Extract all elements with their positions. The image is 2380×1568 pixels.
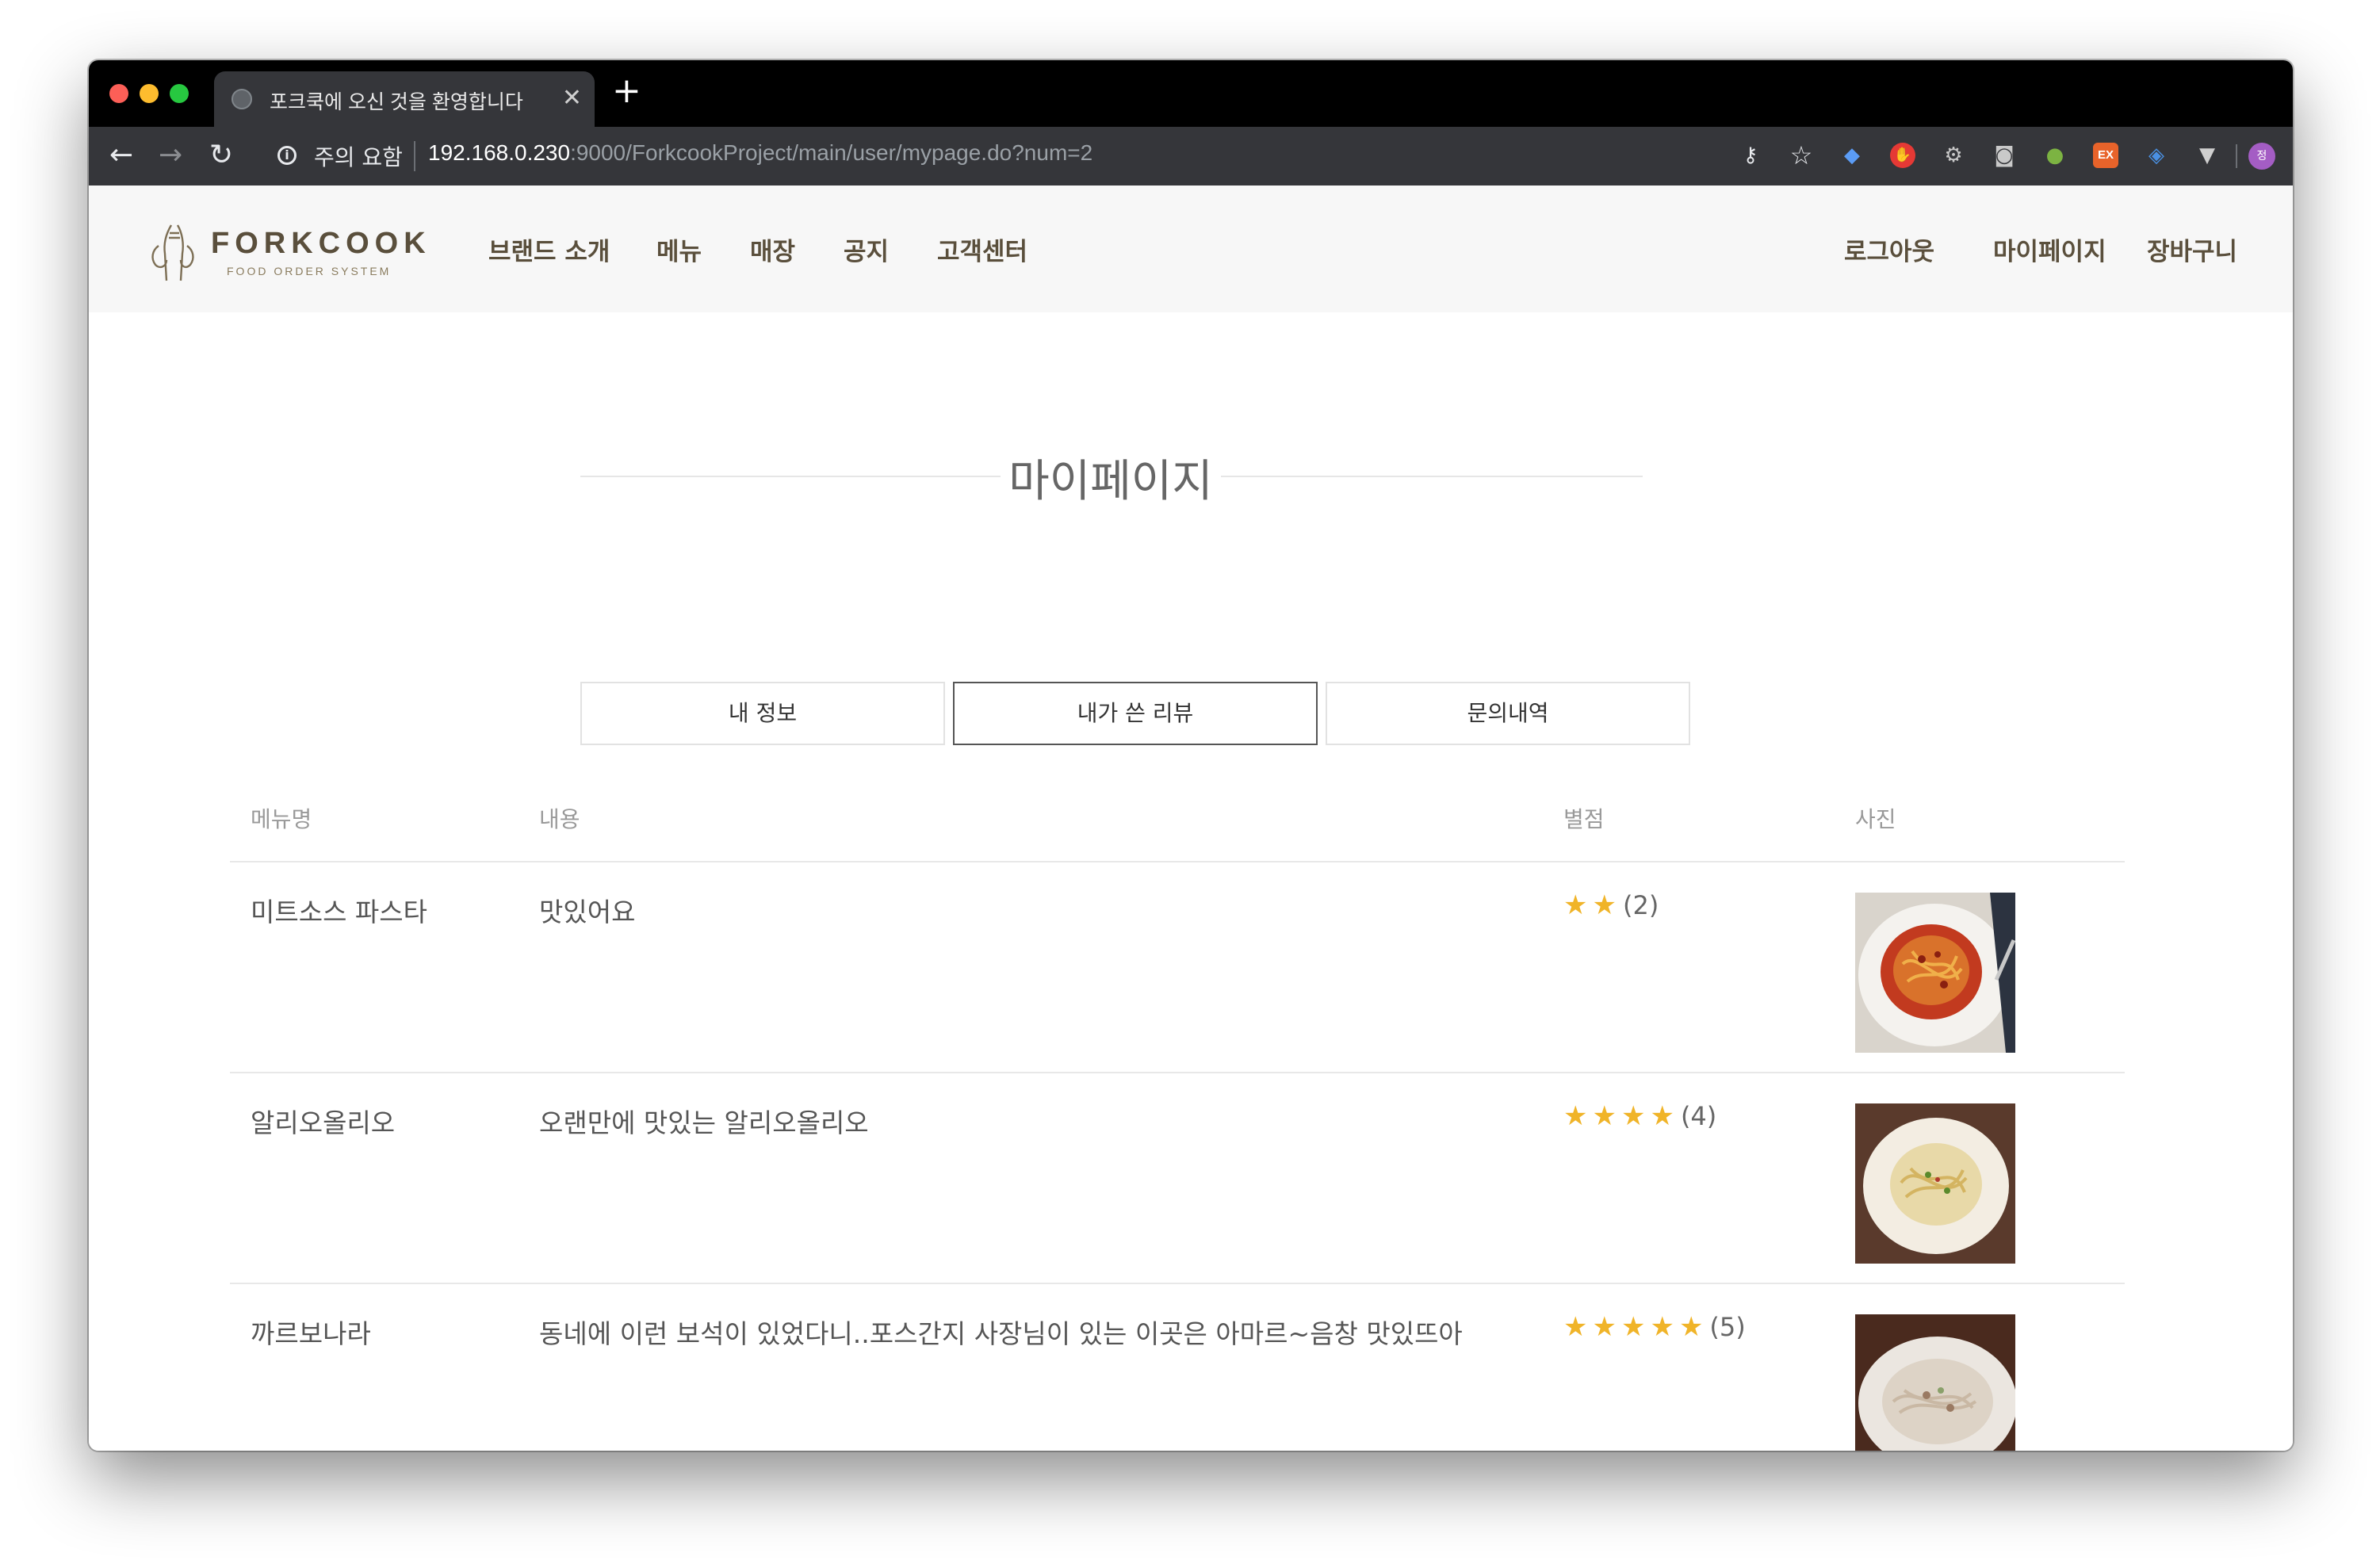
minimize-window-button[interactable] (140, 84, 159, 103)
review-content: 동네에 이런 보석이 있었다니..포스간지 사장님이 있는 이곳은 아마르~음창… (539, 1318, 1463, 1349)
browser-tab[interactable]: 포크쿡에 오신 것을 환영합니다 ✕ (214, 71, 595, 127)
maximize-window-button[interactable] (170, 84, 189, 103)
review-content: 맛있어요 (539, 897, 636, 927)
tab-close-icon[interactable]: ✕ (562, 84, 582, 112)
star-icon: ★ (1620, 1100, 1646, 1132)
mypage-link[interactable]: 마이페이지 (1993, 231, 2106, 267)
diamond-extension-icon[interactable]: ◆ (1839, 143, 1865, 168)
rating-score: (5) (1709, 1312, 1746, 1342)
url-host: 192.168.0.230 (428, 140, 571, 165)
nav-menu[interactable]: 메뉴 (656, 231, 702, 267)
v-extension-icon[interactable]: ▼ (2194, 143, 2220, 168)
security-label[interactable]: 주의 요함 (314, 140, 403, 172)
site-header: FORKCOOK FOOD ORDER SYSTEM 브랜드 소개 메뉴 매장 … (89, 185, 2293, 312)
star-icon: ★ (1563, 889, 1588, 921)
review-rating: ★ ★ ★ ★ (4) (1563, 1100, 1716, 1132)
bookmark-star-icon[interactable]: ☆ (1789, 143, 1814, 168)
carbonara-photo (1855, 1314, 2015, 1451)
star-icon: ★ (1650, 1311, 1674, 1343)
logout-link[interactable]: 로그아웃 (1844, 231, 1934, 267)
review-photo[interactable] (1855, 1103, 2015, 1264)
globe-icon (231, 89, 252, 109)
android-extension-icon[interactable]: ● (2042, 143, 2068, 168)
review-content: 오랜만에 맛있는 알리오올리오 (539, 1107, 869, 1138)
fork-knife-logo-icon (151, 224, 194, 281)
reload-icon[interactable]: ↻ (209, 135, 233, 176)
star-icon: ★ (1563, 1100, 1588, 1132)
forward-arrow-icon[interactable]: → (159, 135, 182, 176)
back-arrow-icon[interactable]: ← (109, 135, 133, 176)
review-menu-name: 까르보나라 (251, 1318, 371, 1349)
web-page: FORKCOOK FOOD ORDER SYSTEM 브랜드 소개 메뉴 매장 … (89, 185, 2293, 1451)
table-row-divider (230, 1283, 2125, 1284)
ex-extension-icon[interactable]: EX (2093, 143, 2118, 168)
tab-my-reviews[interactable]: 내가 쓴 리뷰 (953, 682, 1318, 745)
layers-extension-icon[interactable]: ◈ (2144, 143, 2169, 168)
page-title: 마이페이지 (1008, 456, 1213, 507)
star-icon: ★ (1620, 1311, 1646, 1343)
key-icon[interactable]: ⚷ (1738, 143, 1763, 168)
info-icon[interactable]: i (277, 146, 297, 165)
nav-stores[interactable]: 매장 (750, 231, 795, 267)
review-photo[interactable] (1855, 893, 2015, 1053)
nav-customer-center[interactable]: 고객센터 (937, 231, 1027, 267)
gear-extension-icon[interactable]: ⚙ (1941, 143, 1966, 168)
rating-score: (4) (1680, 1101, 1717, 1131)
tab-strip: 포크쿡에 오신 것을 환영합니다 ✕ + (89, 60, 2293, 127)
nav-brand-intro[interactable]: 브랜드 소개 (488, 231, 610, 267)
review-menu-name: 알리오올리오 (251, 1107, 396, 1138)
header-photo: 사진 (1855, 806, 1896, 832)
browser-toolbar: ← → ↻ i 주의 요함 192.168.0.230:9000/Forkcoo… (89, 127, 2293, 185)
meat-sauce-pasta-photo (1855, 893, 2015, 1053)
title-divider-left (580, 476, 1001, 477)
tab-my-info[interactable]: 내 정보 (580, 682, 945, 745)
close-window-button[interactable] (109, 84, 128, 103)
review-rating: ★ ★ (2) (1563, 889, 1659, 921)
star-icon: ★ (1650, 1100, 1674, 1132)
profile-avatar[interactable]: 정 (2248, 143, 2275, 170)
review-menu-name: 미트소스 파스타 (251, 897, 428, 927)
header-rating: 별점 (1563, 806, 1605, 832)
title-divider-right (1221, 476, 1643, 477)
tab-inquiries[interactable]: 문의내역 (1326, 682, 1690, 745)
address-bar[interactable]: 192.168.0.230:9000/ForkcookProject/main/… (428, 140, 1092, 166)
cart-link[interactable]: 장바구니 (2147, 231, 2237, 267)
forkcook-logo[interactable]: FORKCOOK FOOD ORDER SYSTEM (147, 219, 433, 287)
nav-notice[interactable]: 공지 (844, 231, 889, 267)
star-icon: ★ (1592, 889, 1617, 921)
toolbar-divider (2236, 144, 2237, 168)
star-icon: ★ (1592, 1311, 1617, 1343)
aglio-olio-photo (1855, 1103, 2015, 1264)
logo-tagline: FOOD ORDER SYSTEM (227, 265, 392, 277)
header-content: 내용 (539, 806, 580, 832)
stop-hand-extension-icon[interactable]: ✋ (1890, 143, 1915, 168)
url-path: :9000/ForkcookProject/main/user/mypage.d… (570, 140, 1093, 165)
more-menu-icon[interactable]: ⋮ (2288, 140, 2293, 171)
camera-extension-icon[interactable]: ◙ (1992, 143, 2017, 168)
star-icon: ★ (1592, 1100, 1617, 1132)
star-icon: ★ (1678, 1311, 1704, 1343)
header-menu-name: 메뉴명 (251, 806, 312, 832)
address-divider (414, 141, 415, 171)
tab-title: 포크쿡에 오신 것을 환영합니다 (270, 91, 523, 113)
logo-wordmark: FORKCOOK (211, 227, 431, 260)
table-row-divider (230, 1072, 2125, 1073)
review-rating: ★ ★ ★ ★ ★ (5) (1563, 1311, 1746, 1343)
table-header-divider (230, 861, 2125, 862)
browser-window: 포크쿡에 오신 것을 환영합니다 ✕ + ← → ↻ i 주의 요함 192.1… (89, 60, 2293, 1451)
star-icon: ★ (1563, 1311, 1588, 1343)
rating-score: (2) (1622, 890, 1659, 920)
new-tab-button[interactable]: + (612, 71, 641, 111)
review-photo[interactable] (1855, 1314, 2015, 1451)
